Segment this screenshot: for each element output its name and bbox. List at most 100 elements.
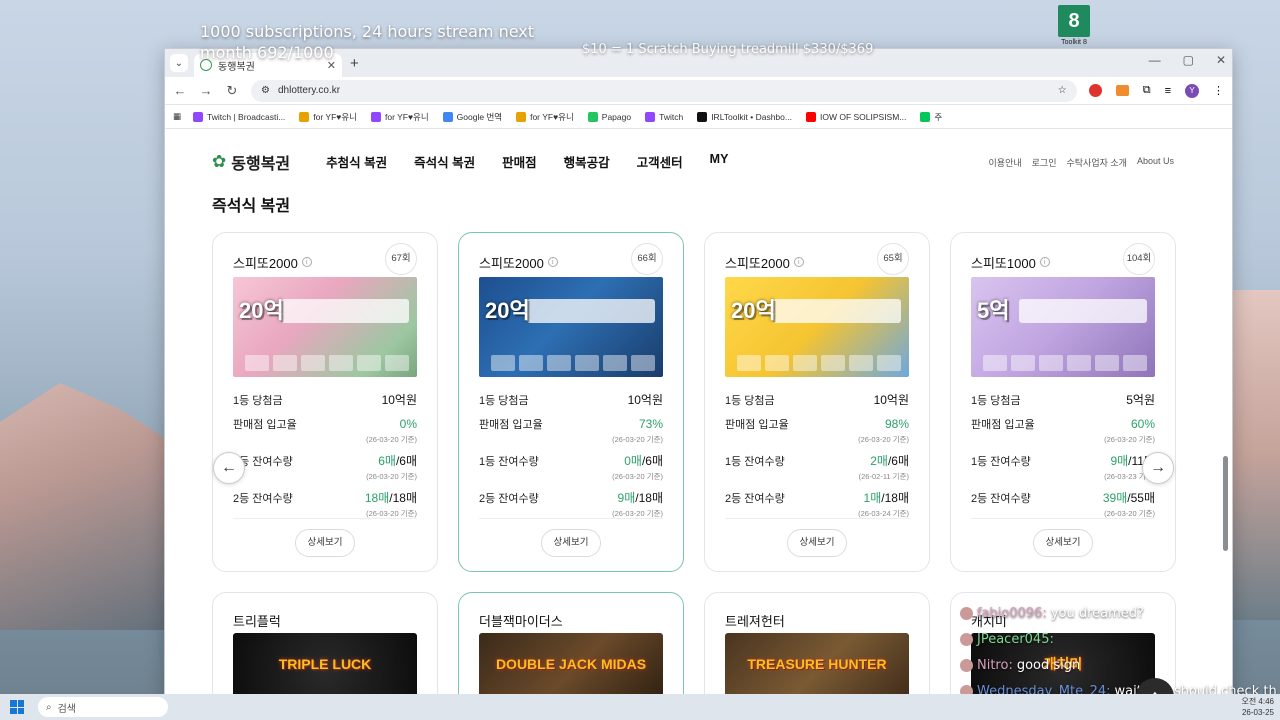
bookmark-item[interactable]: Google 번역 <box>442 111 502 123</box>
reload-icon[interactable]: ↻ <box>225 83 239 99</box>
close-window-button[interactable]: ✕ <box>1216 53 1226 67</box>
bookmark-item[interactable]: IOW OF SOLIPSISM... <box>805 111 906 123</box>
util-login[interactable]: 로그인 <box>1032 156 1057 169</box>
stream-chat-overlay: fabio0096: you dreamed? JPeacer045: Nitro… <box>960 600 1277 704</box>
stat-remaining: 39매 <box>1102 491 1128 505</box>
bookmark-item[interactable]: IRLToolkit • Dashbo... <box>697 111 792 123</box>
bookmark-item[interactable]: for YF♥유니 <box>299 111 357 123</box>
stat-label: 판매점 입고율 <box>233 419 297 431</box>
tab-search-button[interactable]: ⌄ <box>170 54 188 72</box>
reading-list-icon[interactable]: ≡ <box>1165 85 1171 97</box>
nav-customer-center[interactable]: 고객센터 <box>637 152 683 171</box>
browser-menu-icon[interactable]: ⋮ <box>1213 84 1224 97</box>
round-badge: 65회 <box>877 243 909 275</box>
stream-scratch-info: $10 = 1 Scratch Buying treadmill $330/$3… <box>582 42 874 57</box>
clock-date: 26-03-25 <box>1241 708 1274 717</box>
lottery-card[interactable]: 스피또2000 i 65회 20억 1등 당첨금 10억원 판매점 입고율 98… <box>704 232 930 572</box>
stat-date: (26-03-20 기준) <box>612 435 663 444</box>
extension-red-icon[interactable] <box>1088 84 1102 97</box>
ticket-image[interactable]: 5억 <box>971 277 1155 377</box>
stat-second-left: 2등 잔여수량 9매/18매 <box>479 489 663 506</box>
bookmark-label: 주 <box>934 111 943 122</box>
lottery-card[interactable]: 스피또2000 i 66회 20억 1등 당첨금 10억원 판매점 입고율 73… <box>458 232 684 572</box>
util-guide[interactable]: 이용안내 <box>989 156 1022 169</box>
card-title: 스피또1000 <box>971 255 1036 271</box>
apps-grid-icon[interactable]: ▦ <box>173 111 181 122</box>
ticket-image[interactable]: 20억 <box>479 277 663 377</box>
nav-happiness[interactable]: 행복공감 <box>564 152 610 171</box>
bookmark-label: for YF♥유니 <box>384 111 429 122</box>
nav-draw-lottery[interactable]: 추첨식 복권 <box>326 152 387 171</box>
site-logo[interactable]: ✿ 동행복권 <box>212 150 290 174</box>
bookmark-label: Twitch | Broadcasti... <box>207 111 286 122</box>
stat-value: 6매/6매 <box>378 452 417 469</box>
toolkit-logo-caption: Toolkit 8 <box>1061 39 1087 46</box>
stat-date: (26-03-23 기준) <box>1104 472 1155 481</box>
clover-logo-icon: ✿ <box>212 151 227 171</box>
site-info-icon[interactable]: ⚙ <box>261 85 270 96</box>
card-title: 스피또2000 <box>725 255 790 271</box>
card-stats: 1등 당첨금 10억원 판매점 입고율 73% (26-03-20 기준) 1등… <box>479 391 663 519</box>
stat-value: 39매/55매 <box>1103 489 1155 506</box>
extensions-puzzle-icon[interactable]: ⧉ <box>1143 84 1151 97</box>
bookmark-item[interactable]: for YF♥유니 <box>516 111 574 123</box>
site-header: ✿ 동행복권 추첨식 복권 즉석식 복권 판매점 행복공감 고객센터 MY 이용… <box>165 130 1232 193</box>
bookmark-item[interactable]: 주 <box>920 111 942 123</box>
util-about[interactable]: About Us <box>1137 156 1174 169</box>
ticket-image[interactable]: 20억 <box>725 277 909 377</box>
nav-stores[interactable]: 판매점 <box>502 152 537 171</box>
ticket-image[interactable]: 20억 <box>233 277 417 377</box>
maximize-button[interactable]: ▢ <box>1183 53 1194 67</box>
bookmark-star-icon[interactable]: ☆ <box>1058 85 1067 96</box>
address-bar: ← → ↻ ⚙ dhlottery.co.kr ☆ ⧉ ≡ Y ⋮ <box>165 77 1232 105</box>
lottery-card[interactable]: 스피또2000 i 67회 20억 1등 당첨금 10억원 판매점 입고율 0%… <box>212 232 438 572</box>
detail-button[interactable]: 상세보기 <box>541 529 601 557</box>
round-badge: 104회 <box>1123 243 1155 275</box>
info-icon[interactable]: i <box>301 257 312 267</box>
system-clock[interactable]: 오전 4:46 26-03-25 <box>1241 696 1274 718</box>
util-trustee[interactable]: 수탁사업자 소개 <box>1067 156 1127 169</box>
stat-label: 판매점 입고율 <box>479 419 543 431</box>
detail-button[interactable]: 상세보기 <box>295 529 355 557</box>
carousel-prev-button[interactable]: ← <box>213 452 245 484</box>
info-icon[interactable]: i <box>793 257 804 267</box>
forward-icon[interactable]: → <box>199 83 213 98</box>
profile-avatar[interactable]: Y <box>1185 83 1199 98</box>
detail-button[interactable]: 상세보기 <box>787 529 847 557</box>
detail-button[interactable]: 상세보기 <box>1033 529 1093 557</box>
card-divider <box>725 518 909 519</box>
windows-start-icon[interactable] <box>10 700 24 714</box>
bookmark-favicon-icon <box>370 111 381 122</box>
stat-first-left: 1등 잔여수량 0매/6매 <box>479 452 663 469</box>
nav-instant-lottery[interactable]: 즉석식 복권 <box>414 152 475 171</box>
stat-second-left: 2등 잔여수량 39매/55매 <box>971 489 1155 506</box>
bookmark-item[interactable]: Papago <box>587 111 631 123</box>
info-icon[interactable]: i <box>547 257 558 267</box>
info-icon[interactable]: i <box>1039 257 1050 267</box>
minimize-button[interactable]: — <box>1149 53 1161 67</box>
taskbar-search[interactable]: ⌕ 검색 <box>38 697 168 717</box>
chat-message: Nitro: good sign <box>960 652 1277 678</box>
bookmark-item[interactable]: Twitch | Broadcasti... <box>193 111 285 123</box>
stat-value: 10억원 <box>381 393 417 407</box>
ticket-banner <box>1019 299 1147 323</box>
lottery-card[interactable]: 스피또1000 i 104회 5억 1등 당첨금 5억원 판매점 입고율 60%… <box>950 232 1176 572</box>
bookmark-item[interactable]: for YF♥유니 <box>370 111 429 123</box>
back-icon[interactable]: ← <box>173 83 187 98</box>
page-scrollbar[interactable] <box>1223 456 1228 551</box>
nav-my[interactable]: MY <box>710 152 729 171</box>
omnibox[interactable]: ⚙ dhlottery.co.kr ☆ <box>251 79 1077 102</box>
bookmark-favicon-icon <box>587 111 598 122</box>
extension-orange-icon[interactable] <box>1115 85 1129 96</box>
carousel-next-button[interactable]: → <box>1142 452 1174 484</box>
bookmark-item[interactable]: Twitch <box>645 111 683 123</box>
stat-value: 18매/18매 <box>365 489 417 506</box>
url-text[interactable]: dhlottery.co.kr <box>278 85 1050 96</box>
stat-total: /6매 <box>887 454 909 468</box>
chat-avatar <box>960 658 973 672</box>
game-logo-text: TREASURE HUNTER <box>747 656 887 672</box>
stat-date: (26-02-11 기준) <box>858 472 909 481</box>
bookmark-favicon-icon <box>516 111 527 122</box>
stat-remaining: 6매 <box>378 454 396 468</box>
stat-total: /55매 <box>1127 491 1155 505</box>
